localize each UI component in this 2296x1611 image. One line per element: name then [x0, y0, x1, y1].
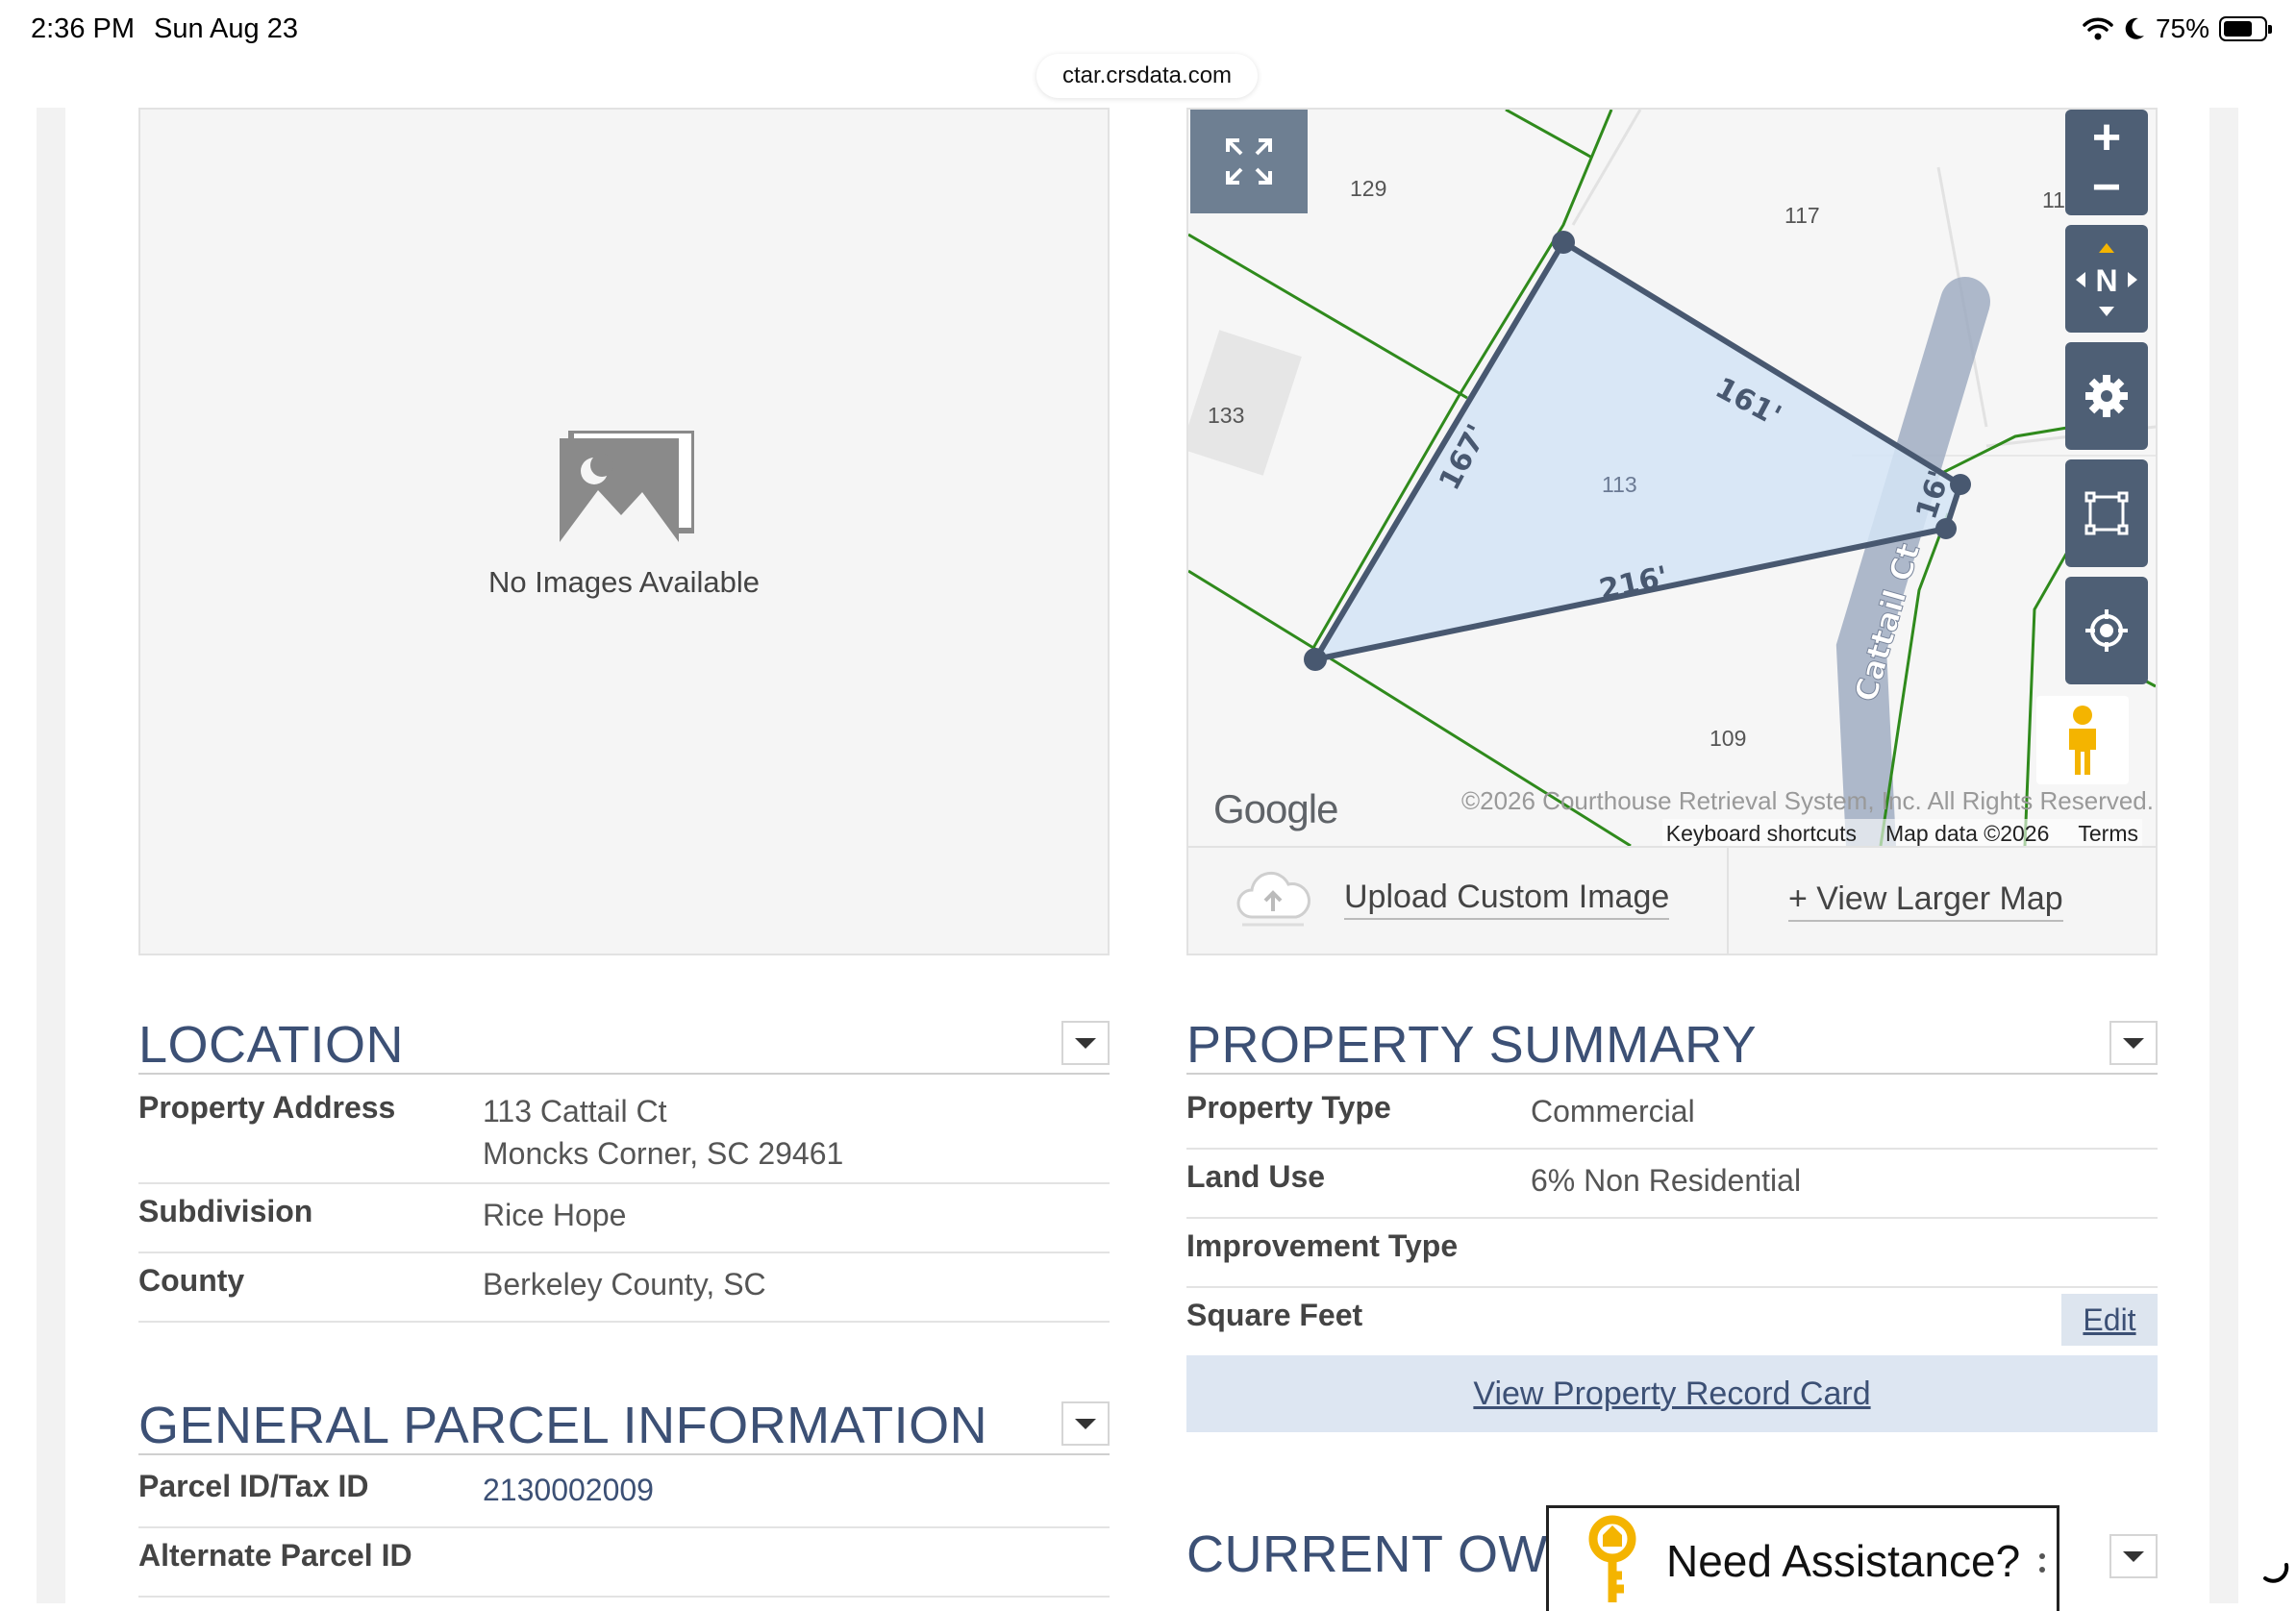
location-row-subdivision: Subdivision Rice Hope	[138, 1184, 1110, 1253]
locate-button[interactable]	[2065, 577, 2148, 684]
summary-row-improvement-type: Improvement Type	[1186, 1219, 2158, 1288]
county-value: Berkeley County, SC	[483, 1267, 766, 1301]
summary-row-land-use: Land Use 6% Non Residential	[1186, 1150, 2158, 1219]
property-summary-collapse-toggle[interactable]	[2109, 1021, 2158, 1065]
property-type-value: Commercial	[1531, 1094, 1695, 1128]
moon-icon	[2125, 17, 2144, 39]
action-divider	[1727, 848, 1729, 954]
land-use-label: Land Use	[1186, 1159, 1326, 1194]
expand-icon	[1226, 138, 1272, 185]
summary-row-square-feet: Square Feet Edit	[1186, 1288, 2158, 1357]
view-larger-map-link[interactable]: + View Larger Map	[1788, 880, 2063, 922]
view-property-record-card-button[interactable]: View Property Record Card	[1186, 1355, 2158, 1432]
status-time: 2:36 PM	[31, 13, 135, 44]
current-owner-collapse-toggle[interactable]	[2109, 1534, 2158, 1578]
property-address-label: Property Address	[138, 1090, 396, 1125]
parcel-label-11: 11	[2042, 187, 2065, 212]
alternate-parcel-id-label: Alternate Parcel ID	[138, 1538, 412, 1573]
status-date: Sun Aug 23	[154, 13, 298, 44]
settings-button[interactable]	[2065, 342, 2148, 450]
land-use-value: 6% Non Residential	[1531, 1163, 1802, 1198]
map-copyright: ©2026 Courthouse Retrieval System, Inc. …	[1460, 786, 2154, 815]
battery-icon	[2219, 16, 2272, 41]
upload-custom-image-button[interactable]: Upload Custom Image	[1235, 869, 1670, 929]
current-owner-title: CURRENT OW	[1186, 1525, 1548, 1583]
fullscreen-button[interactable]	[1190, 110, 1308, 213]
location-row-county: County Berkeley County, SC	[138, 1253, 1110, 1323]
compass-control[interactable]: N	[2065, 225, 2148, 333]
compass-icon: N	[2076, 243, 2137, 316]
loading-spinner-icon	[2263, 1563, 2289, 1583]
subdivision-value: Rice Hope	[483, 1198, 627, 1232]
address-line-1: 113 Cattail Ct	[483, 1094, 667, 1128]
parcel-row-alternate-id: Alternate Parcel ID	[138, 1528, 1110, 1598]
wifi-icon	[2083, 17, 2113, 40]
keyboard-shortcuts-link[interactable]: Keyboard shortcuts	[1666, 821, 1857, 846]
parcel-info-rule	[138, 1453, 1110, 1455]
improvement-type-label: Improvement Type	[1186, 1228, 1459, 1263]
status-indicators: 75%	[2083, 13, 2272, 44]
square-feet-edit-button[interactable]: Edit	[2061, 1294, 2158, 1346]
property-summary-title: PROPERTY SUMMARY	[1186, 1016, 1758, 1074]
no-images-text: No Images Available	[487, 565, 761, 599]
terms-link[interactable]: Terms	[2078, 821, 2138, 846]
property-summary-rule	[1186, 1073, 2158, 1075]
parcel-id-label: Parcel ID/Tax ID	[138, 1469, 369, 1503]
map-canvas[interactable]: 129 117 11 133 113 109 161' 167' 16' 216…	[1188, 110, 2156, 846]
url-bar[interactable]: ctar.crsdata.com	[1036, 54, 1258, 98]
parcel-label-109: 109	[1710, 726, 1746, 751]
location-rule	[138, 1073, 1110, 1075]
parcel-map[interactable]: 129 117 11 133 113 109 161' 167' 16' 216…	[1188, 110, 2156, 846]
county-label: County	[138, 1263, 245, 1298]
map-data-text: Map data ©2026	[1884, 821, 2050, 846]
street-view-button[interactable]	[2036, 696, 2129, 784]
map-panel: 129 117 11 133 113 109 161' 167' 16' 216…	[1186, 108, 2158, 955]
status-bar: 2:36 PM Sun Aug 23 75%	[0, 0, 2296, 60]
parcel-label-113: 113	[1602, 472, 1637, 497]
square-feet-label: Square Feet	[1186, 1298, 1363, 1332]
location-title: LOCATION	[138, 1016, 405, 1074]
drag-handle-icon[interactable]	[2037, 1550, 2047, 1577]
svg-text:N: N	[2095, 263, 2117, 298]
location-collapse-toggle[interactable]	[1061, 1021, 1110, 1065]
parcel-row-tax-id: Parcel ID/Tax ID 2130002009	[138, 1459, 1110, 1528]
cloud-upload-icon	[1236, 871, 1310, 927]
zoom-control: + −	[2065, 110, 2148, 215]
parcel-label-117: 117	[1784, 203, 1820, 228]
property-image-panel: No Images Available	[138, 108, 1110, 955]
image-placeholder-icon	[560, 431, 694, 542]
measure-button[interactable]	[2065, 459, 2148, 567]
address-line-2: Moncks Corner, SC 29461	[483, 1136, 844, 1171]
parcel-label-133: 133	[1208, 403, 1244, 428]
google-logo: Google	[1213, 786, 1338, 831]
battery-percent: 75%	[2155, 13, 2209, 43]
pegman-icon	[2069, 706, 2096, 775]
zoom-in-button[interactable]: +	[2092, 112, 2121, 162]
property-address-value: 113 Cattail Ct Moncks Corner, SC 29461	[483, 1090, 843, 1175]
parcel-info-collapse-toggle[interactable]	[1061, 1401, 1110, 1446]
zoom-out-button[interactable]: −	[2092, 162, 2121, 212]
key-icon	[1588, 1515, 1636, 1602]
parcel-label-129: 129	[1350, 176, 1386, 201]
location-row-address: Property Address 113 Cattail Ct Moncks C…	[138, 1080, 1110, 1184]
map-footer: Keyboard shortcuts Map data ©2026 Terms	[1661, 819, 2142, 846]
subdivision-label: Subdivision	[138, 1194, 313, 1228]
summary-row-property-type: Property Type Commercial	[1186, 1080, 2158, 1150]
gear-icon	[2085, 375, 2128, 417]
property-type-label: Property Type	[1186, 1090, 1391, 1125]
parcel-id-value[interactable]: 2130002009	[483, 1469, 654, 1511]
crosshair-icon	[2085, 609, 2128, 652]
map-actions: Upload Custom Image + View Larger Map	[1188, 846, 2156, 954]
upload-custom-image-label: Upload Custom Image	[1344, 879, 1670, 920]
parcel-info-title: GENERAL PARCEL INFORMATION	[138, 1397, 988, 1454]
need-assistance-widget[interactable]: Need Assistance?	[1546, 1505, 2059, 1611]
need-assistance-label: Need Assistance?	[1666, 1536, 2021, 1586]
measure-area-icon	[2084, 491, 2129, 535]
